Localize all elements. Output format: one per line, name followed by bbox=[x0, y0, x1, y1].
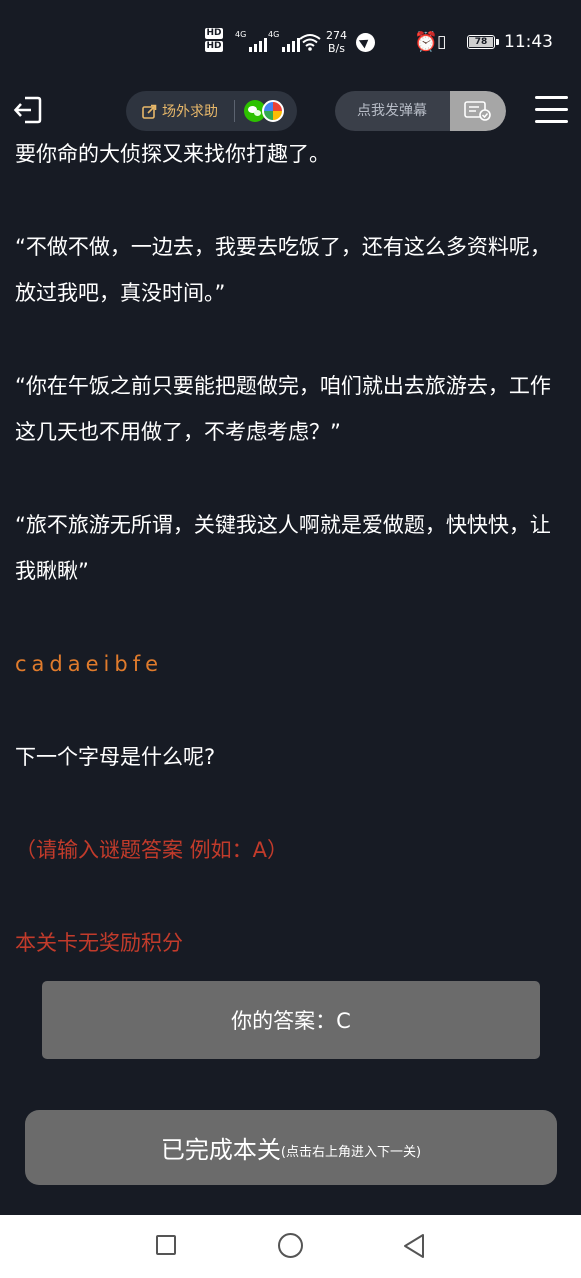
alarm-icon: ⏰ bbox=[414, 31, 438, 53]
story-paragraph-2: “不做不做，一边去，我要去吃饭了，还有这么多资料呢，放过我吧，真没时间。” bbox=[15, 235, 551, 305]
network-speed: 274 B/s bbox=[326, 29, 347, 55]
story-paragraph-3: “你在午饭之前只要能把题做完，咱们就出去旅游去，工作这几天也不用做了，不考虑考虑… bbox=[15, 374, 551, 444]
clock: 11:43 bbox=[504, 32, 553, 52]
exit-icon bbox=[13, 96, 42, 124]
story-paragraph-4: “旅不旅游无所谓，关键我这人啊就是爱做题，快快快，让我瞅瞅” bbox=[15, 513, 551, 583]
outside-help-button[interactable]: 场外求助 bbox=[126, 91, 297, 131]
recent-apps-icon[interactable] bbox=[156, 1235, 176, 1255]
danmaku-send-button[interactable] bbox=[450, 91, 506, 131]
exit-button[interactable] bbox=[12, 94, 44, 126]
answer-hint: （请输入谜题答案 例如：A） bbox=[15, 838, 289, 862]
battery-icon: 78 bbox=[467, 35, 499, 49]
vibrate-icon: ▯ bbox=[437, 32, 447, 52]
help-label: 场外求助 bbox=[162, 104, 218, 120]
signal-icon: 4G bbox=[235, 30, 268, 52]
puzzle-code: cadaeibfe bbox=[15, 652, 164, 676]
signal-icon: 4G bbox=[268, 30, 301, 52]
back-icon[interactable] bbox=[402, 1233, 426, 1259]
system-nav-bar bbox=[0, 1215, 581, 1278]
pinwheel-icon[interactable] bbox=[262, 100, 284, 122]
hamburger-menu-icon[interactable] bbox=[535, 96, 568, 124]
story-paragraph-1: 要你命的大侦探又来找你打趣了。 bbox=[15, 142, 330, 166]
answer-label: 你的答案：C bbox=[231, 1009, 351, 1033]
danmaku-input[interactable]: 点我发弹幕 bbox=[357, 91, 427, 131]
reward-note: 本关卡无奖励积分 bbox=[15, 931, 183, 955]
home-icon[interactable] bbox=[278, 1233, 303, 1258]
danmaku-bar[interactable]: 点我发弹幕 bbox=[335, 91, 506, 131]
share-edit-icon bbox=[142, 104, 157, 119]
level-complete-label: 已完成本关 bbox=[160, 1136, 281, 1164]
wifi-icon bbox=[299, 34, 321, 51]
status-bar: HD HD 4G 4G 274 B/s ⏰ ▯ 78 11:43 bbox=[0, 0, 581, 86]
level-complete-button[interactable]: 已完成本关 (点击右上角进入下一关) bbox=[25, 1110, 557, 1185]
puzzle-question: 下一个字母是什么呢? bbox=[15, 745, 216, 769]
divider bbox=[234, 100, 235, 122]
hd-indicator: HD HD bbox=[205, 28, 223, 52]
navigation-icon bbox=[356, 33, 375, 52]
answer-display: 你的答案：C bbox=[42, 981, 540, 1059]
danmaku-send-icon bbox=[464, 101, 491, 121]
level-complete-sublabel: (点击右上角进入下一关) bbox=[280, 1145, 422, 1160]
